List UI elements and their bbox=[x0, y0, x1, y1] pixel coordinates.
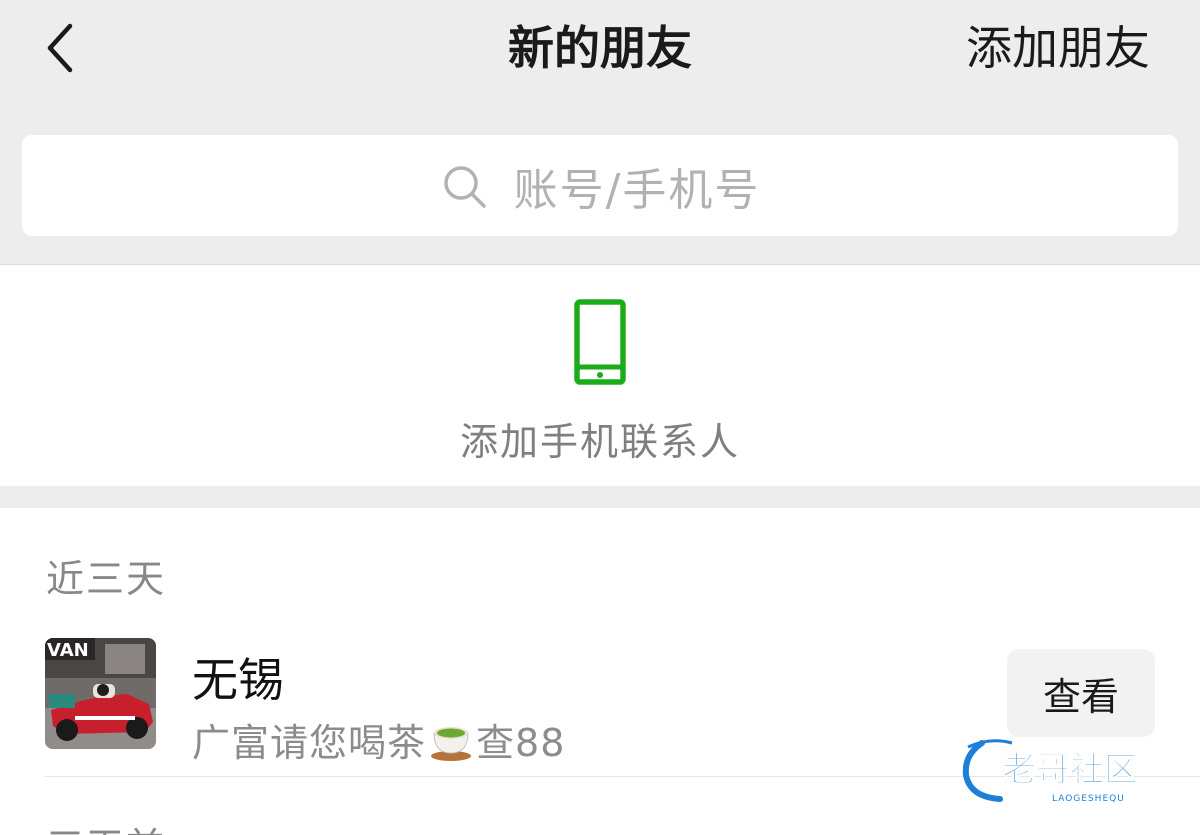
add-phone-contacts-button[interactable]: 添加手机联系人 bbox=[0, 264, 1200, 486]
svg-text:VAN: VAN bbox=[47, 640, 89, 661]
tea-cup-icon bbox=[431, 726, 472, 761]
chevron-left-icon bbox=[47, 23, 73, 73]
avatar: VAN bbox=[45, 638, 156, 749]
mobile-phone-icon bbox=[574, 299, 626, 385]
view-button[interactable]: 查看 bbox=[1007, 649, 1155, 737]
add-phone-contacts-label: 添加手机联系人 bbox=[459, 420, 740, 464]
watermark-title: 老哥社区 bbox=[1002, 750, 1138, 790]
contact-message: 广富请您喝茶 查88 bbox=[192, 712, 565, 767]
search-placeholder: 账号/手机号 bbox=[513, 164, 761, 216]
navigation-bar: 新的朋友 添加朋友 bbox=[0, 0, 1200, 100]
message-text-before: 广富请您喝茶 bbox=[192, 721, 427, 765]
section-header-recent: 近三天 bbox=[46, 557, 167, 601]
contact-name: 无锡 bbox=[192, 653, 284, 707]
add-friend-button[interactable]: 添加朋友 bbox=[966, 18, 1150, 78]
search-icon bbox=[443, 165, 486, 208]
watermark-logo: 老哥社区 LAOGESHEQU bbox=[960, 735, 1190, 807]
back-button[interactable] bbox=[40, 18, 84, 78]
watermark-subtitle: LAOGESHEQU bbox=[1052, 794, 1125, 804]
section-header-earlier: 三天前 bbox=[46, 816, 166, 835]
message-text-after: 查88 bbox=[476, 721, 566, 765]
search-input[interactable]: 账号/手机号 bbox=[22, 135, 1178, 236]
